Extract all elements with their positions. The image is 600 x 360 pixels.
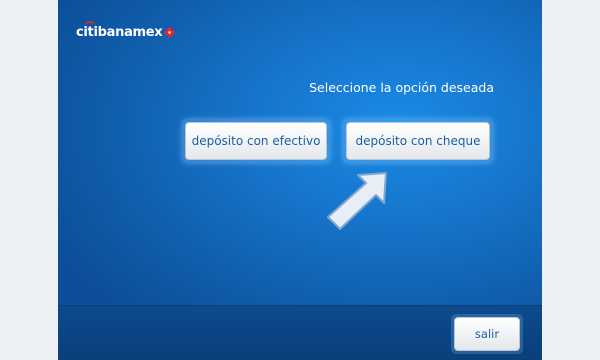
arrow-pointer-icon	[327, 172, 387, 230]
option-cash-frame: depósito con efectivo	[182, 119, 330, 163]
deposit-check-button[interactable]: depósito con cheque	[346, 122, 490, 160]
logo-flower-icon	[164, 26, 176, 38]
page-prompt: Seleccione la opción deseada	[309, 80, 494, 95]
exit-button[interactable]: salir	[454, 317, 520, 351]
option-check-frame: depósito con cheque	[343, 119, 493, 163]
citibanamex-logo: citibanamex	[76, 21, 176, 40]
deposit-cash-button[interactable]: depósito con efectivo	[185, 122, 327, 160]
atm-frame: citibanamex Seleccione la opción deseada…	[0, 0, 600, 360]
atm-screen: citibanamex Seleccione la opción deseada…	[58, 0, 542, 360]
exit-button-frame: salir	[451, 314, 523, 354]
logo-arc-icon	[84, 21, 96, 29]
